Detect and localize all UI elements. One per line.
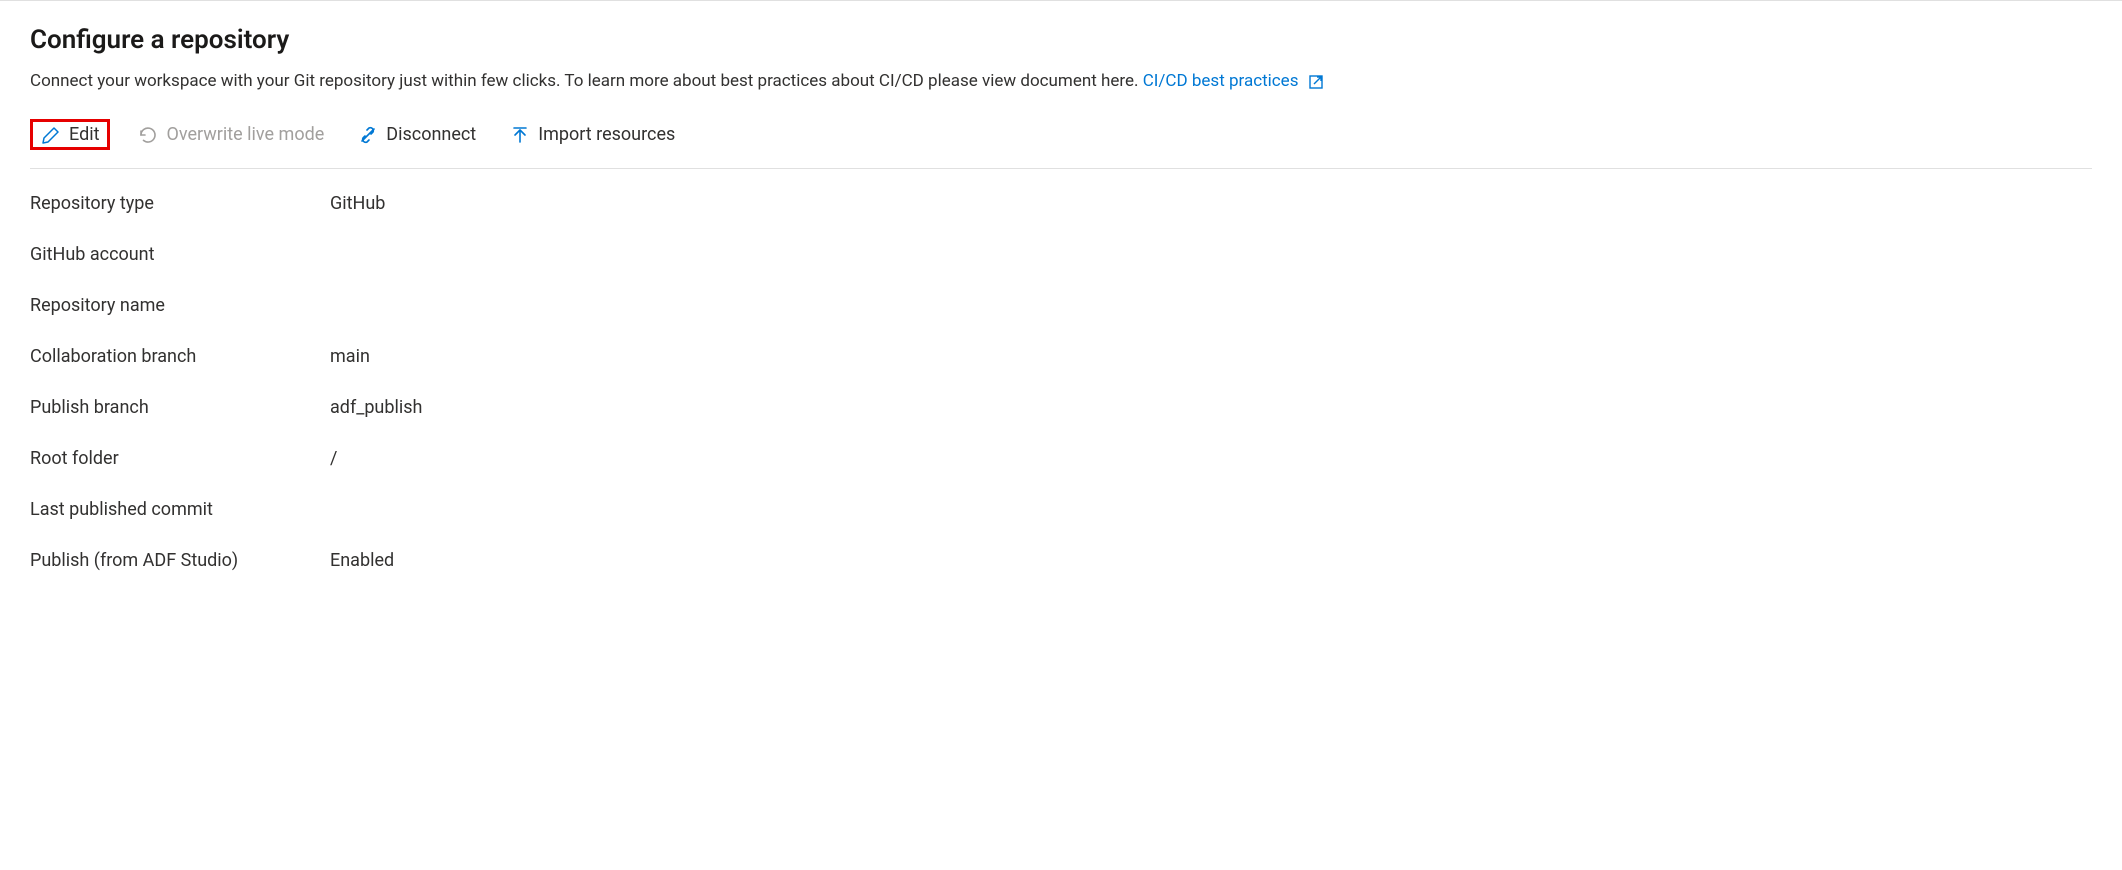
- edit-icon: [41, 125, 61, 145]
- field-root-folder: Root folder /: [30, 448, 2092, 469]
- field-last-published-commit: Last published commit: [30, 499, 2092, 520]
- field-publish-from-adf-studio: Publish (from ADF Studio) Enabled: [30, 550, 2092, 571]
- refresh-icon: [138, 125, 158, 145]
- field-value: /: [330, 448, 337, 469]
- link-text: CI/CD best practices: [1143, 71, 1299, 91]
- toolbar: Edit Overwrite live mode Disconnect: [30, 119, 2092, 169]
- import-icon: [510, 125, 530, 145]
- overwrite-label: Overwrite live mode: [166, 124, 324, 145]
- overwrite-live-mode-button: Overwrite live mode: [132, 120, 330, 149]
- field-value: GitHub: [330, 193, 385, 214]
- field-repository-type: Repository type GitHub: [30, 193, 2092, 214]
- page-description: Connect your workspace with your Git rep…: [30, 71, 2092, 91]
- field-github-account: GitHub account: [30, 244, 2092, 265]
- field-label: Repository name: [30, 295, 330, 316]
- import-label: Import resources: [538, 124, 675, 145]
- field-publish-branch: Publish branch adf_publish: [30, 397, 2092, 418]
- disconnect-button[interactable]: Disconnect: [352, 120, 482, 149]
- repository-fields: Repository type GitHub GitHub account Re…: [30, 193, 2092, 571]
- configure-repository-panel: Configure a repository Connect your work…: [0, 0, 2122, 595]
- edit-button[interactable]: Edit: [30, 119, 110, 150]
- edit-label: Edit: [69, 124, 99, 145]
- field-value: Enabled: [330, 550, 394, 571]
- field-label: GitHub account: [30, 244, 330, 265]
- external-link-icon: [1308, 74, 1324, 90]
- page-title: Configure a repository: [30, 25, 2092, 55]
- cicd-best-practices-link[interactable]: CI/CD best practices: [1143, 71, 1324, 91]
- field-repository-name: Repository name: [30, 295, 2092, 316]
- disconnect-label: Disconnect: [386, 124, 476, 145]
- field-label: Last published commit: [30, 499, 330, 520]
- field-label: Root folder: [30, 448, 330, 469]
- field-label: Repository type: [30, 193, 330, 214]
- import-resources-button[interactable]: Import resources: [504, 120, 681, 149]
- field-value: main: [330, 346, 370, 367]
- field-label: Publish (from ADF Studio): [30, 550, 330, 571]
- field-value: adf_publish: [330, 397, 422, 418]
- field-label: Collaboration branch: [30, 346, 330, 367]
- field-collaboration-branch: Collaboration branch main: [30, 346, 2092, 367]
- description-text: Connect your workspace with your Git rep…: [30, 71, 1139, 91]
- disconnect-icon: [358, 125, 378, 145]
- field-label: Publish branch: [30, 397, 330, 418]
